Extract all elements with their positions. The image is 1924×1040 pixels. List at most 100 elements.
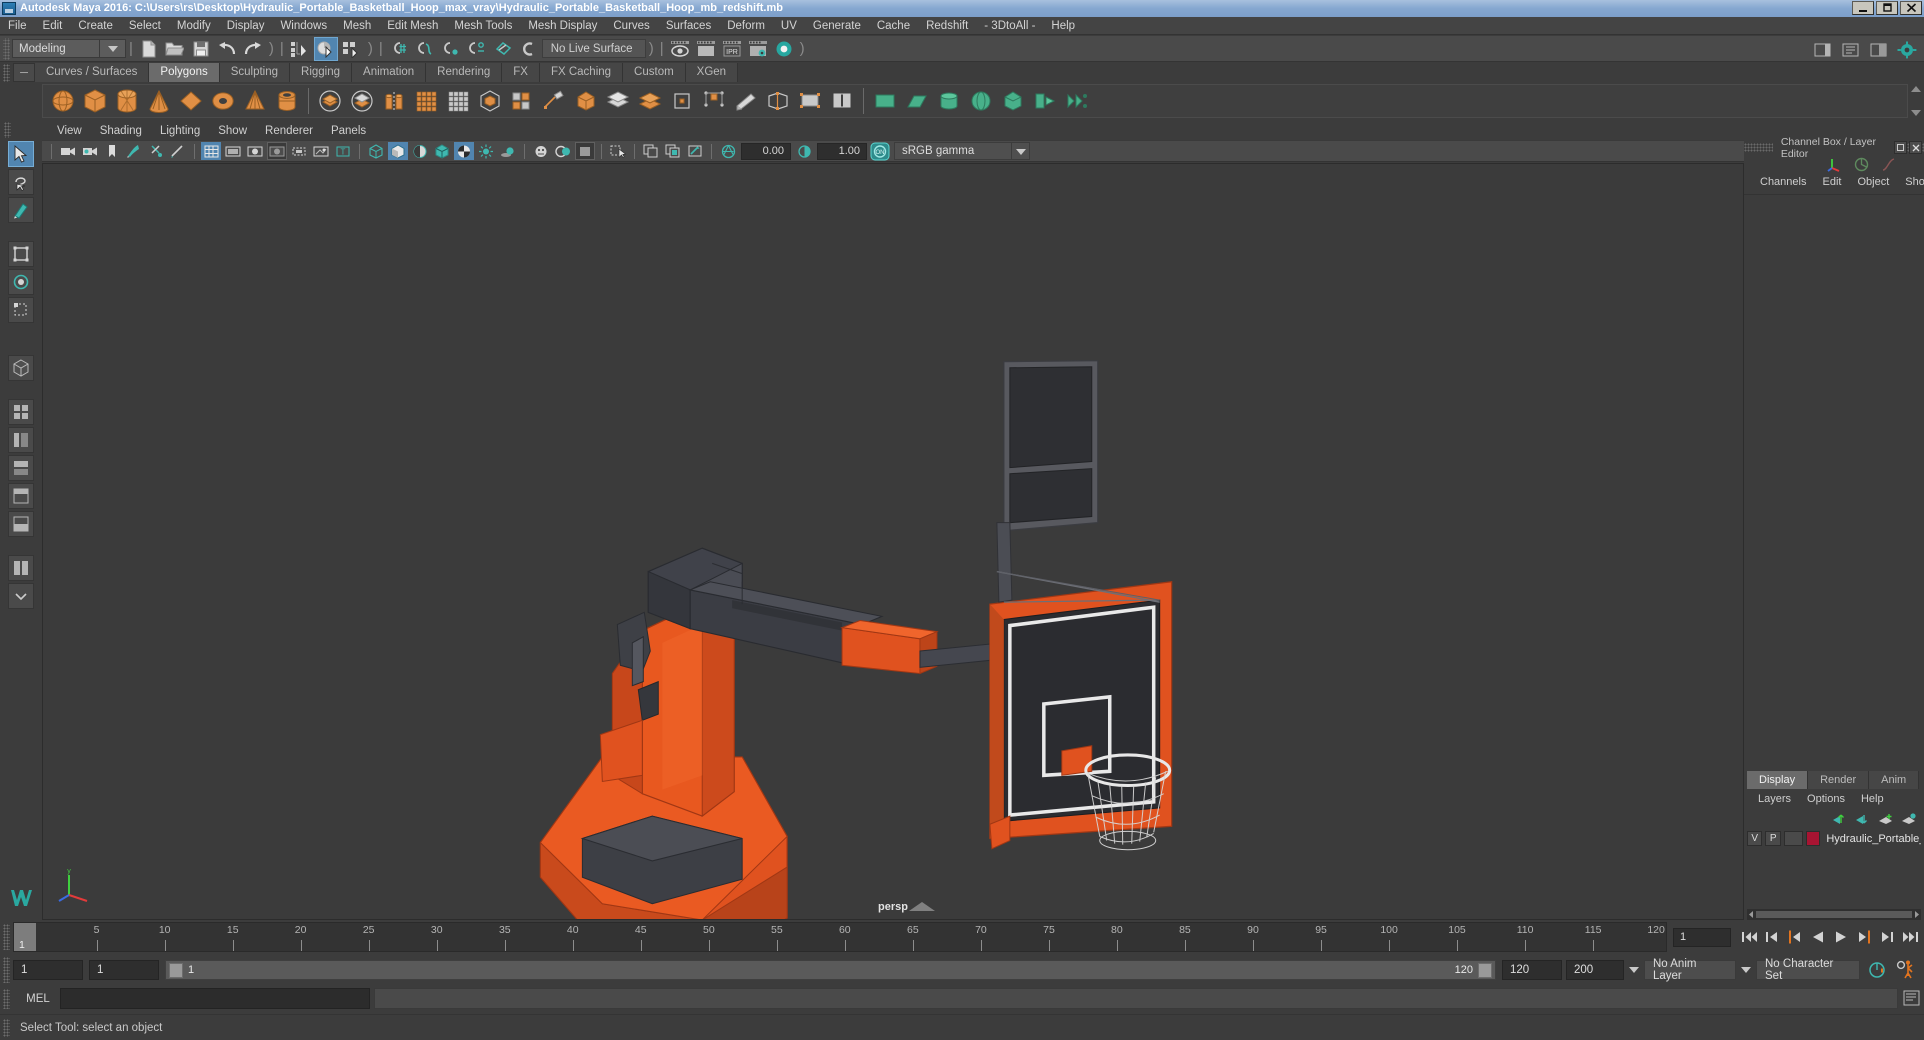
color-management-dropdown-arrow[interactable] [1012, 142, 1030, 160]
film-gate-icon[interactable] [223, 142, 243, 160]
time-slider-gripper[interactable] [3, 924, 10, 950]
new-scene-icon[interactable] [137, 37, 161, 61]
poly-prism-icon[interactable] [240, 86, 270, 116]
quad-draw-icon[interactable] [827, 86, 857, 116]
character-set-selector[interactable]: No Character Set [1756, 958, 1860, 982]
gamma-field-value[interactable]: 1.00 [817, 142, 867, 160]
snap-to-curve-icon[interactable] [413, 37, 437, 61]
poly-pyramid-icon[interactable] [411, 86, 441, 116]
two-pane-layout[interactable] [8, 555, 34, 581]
close-button[interactable] [1900, 1, 1922, 15]
move-tool[interactable] [8, 241, 34, 267]
minimize-button[interactable] [1852, 1, 1874, 15]
separate-icon[interactable] [539, 86, 569, 116]
shelf-tab-rendering[interactable]: Rendering [426, 63, 503, 82]
menu-edit-mesh[interactable]: Edit Mesh [379, 17, 446, 35]
viewport-menu-shading[interactable]: Shading [91, 122, 151, 140]
animation-preferences-icon[interactable] [1894, 960, 1916, 980]
ipr-render-icon[interactable]: IPR [720, 37, 744, 61]
attribute-editor-icon[interactable] [1839, 38, 1863, 62]
copy-icon[interactable] [641, 142, 661, 160]
current-time-indicator[interactable]: 1 [14, 923, 36, 951]
shelf-tab-sculpting[interactable]: Sculpting [219, 63, 291, 82]
bridge-icon[interactable] [699, 86, 729, 116]
shade-hardware-texture-icon[interactable] [410, 142, 430, 160]
shelf-menu-button[interactable]: ─ [13, 63, 35, 82]
poly-helix-icon[interactable] [315, 86, 345, 116]
gamma-icon[interactable] [794, 142, 814, 160]
right-panel-float-button[interactable] [1894, 141, 1907, 154]
menu-3dtoall[interactable]: - 3DtoAll - [976, 17, 1043, 35]
poly-svg-icon[interactable] [475, 86, 505, 116]
exposure-icon[interactable] [718, 142, 738, 160]
fields-icon[interactable] [289, 142, 309, 160]
live-surface-field[interactable]: No Live Surface [541, 39, 646, 58]
play-forwards-icon[interactable] [1831, 927, 1851, 947]
range-row-gripper[interactable] [3, 957, 10, 983]
menu-mesh-tools[interactable]: Mesh Tools [446, 17, 520, 35]
menu-surfaces[interactable]: Surfaces [658, 17, 719, 35]
tool-settings-icon[interactable] [1895, 38, 1919, 62]
append-polygon-icon[interactable] [731, 86, 761, 116]
poly-pipe-icon[interactable] [272, 86, 302, 116]
bevel-icon[interactable] [667, 86, 697, 116]
poly-sphere-icon[interactable] [48, 86, 78, 116]
poly-torus-icon[interactable] [208, 86, 238, 116]
persp-hypergraph-layout[interactable] [8, 511, 34, 537]
camera-settings-icon[interactable] [80, 142, 100, 160]
isolate-select-icon[interactable] [575, 142, 595, 160]
go-to-end-icon[interactable] [1900, 927, 1920, 947]
layer-menu-layers[interactable]: Layers [1750, 793, 1799, 805]
gate-mask-icon[interactable] [267, 142, 287, 160]
layer-tab-anim[interactable]: Anim [1869, 771, 1920, 789]
layer-scroll-thumb[interactable] [1756, 911, 1912, 918]
resolution-gate-icon[interactable] [245, 142, 265, 160]
two-sided-lighting-icon[interactable] [146, 142, 166, 160]
undo-icon[interactable] [215, 37, 239, 61]
toolbox-gripper[interactable] [4, 122, 11, 138]
shadows-icon[interactable] [498, 142, 518, 160]
poly-plane-icon[interactable] [176, 86, 206, 116]
command-language-label[interactable]: MEL [16, 993, 60, 1005]
layer-menu-help[interactable]: Help [1853, 793, 1892, 805]
menu-set-selector[interactable]: Modeling [12, 39, 100, 58]
layer-tab-display[interactable]: Display [1747, 771, 1809, 789]
rotate-tool[interactable] [8, 269, 34, 295]
menu-windows[interactable]: Windows [272, 17, 335, 35]
channel-menu-object[interactable]: Object [1849, 176, 1897, 188]
channel-menu-edit[interactable]: Edit [1814, 176, 1849, 188]
layer-row[interactable]: V P Hydraulic_Portable_Ba [1747, 830, 1921, 847]
menu-modify[interactable]: Modify [169, 17, 219, 35]
shelf-tab-rigging[interactable]: Rigging [290, 63, 353, 82]
grab-color-icon[interactable] [685, 142, 705, 160]
snap-to-view-plane-icon[interactable] [491, 37, 515, 61]
paint-select-tool[interactable] [8, 197, 34, 223]
layer-playback-toggle[interactable]: P [1765, 831, 1781, 846]
new-layer-icon[interactable] [1878, 813, 1893, 826]
playback-start-field[interactable]: 1 [89, 960, 159, 980]
move-layer-down-icon[interactable] [1855, 813, 1870, 826]
hypershade-icon[interactable] [772, 37, 796, 61]
layer-name[interactable]: Hydraulic_Portable_Ba [1823, 833, 1921, 845]
current-frame-field[interactable]: 1 [1673, 927, 1731, 947]
snap-to-grid-icon[interactable] [387, 37, 411, 61]
lasso-select-tool[interactable] [8, 169, 34, 195]
viewport-menu-lighting[interactable]: Lighting [151, 122, 209, 140]
snap-to-projected-center-icon[interactable] [465, 37, 489, 61]
layer-type-toggle[interactable] [1783, 831, 1803, 846]
menu-edit[interactable]: Edit [35, 17, 71, 35]
range-end-field[interactable]: 200 [1566, 960, 1624, 980]
channel-menu-channels[interactable]: Channels [1752, 176, 1814, 188]
multi-cut-icon[interactable] [763, 86, 793, 116]
render-sequence-icon[interactable] [694, 37, 718, 61]
extrude-icon[interactable] [635, 86, 665, 116]
play-backwards-icon[interactable] [1808, 927, 1828, 947]
playback-end-field[interactable]: 120 [1502, 960, 1562, 980]
shelf-scroll-arrows[interactable] [1911, 86, 1922, 116]
restore-button[interactable] [1876, 1, 1898, 15]
more-layouts[interactable] [8, 583, 34, 609]
menu-curves[interactable]: Curves [605, 17, 657, 35]
persp-graph-layout[interactable] [8, 455, 34, 481]
shelf-scroll-down-icon[interactable] [1911, 110, 1921, 116]
layer-visibility-toggle[interactable]: V [1747, 831, 1763, 846]
